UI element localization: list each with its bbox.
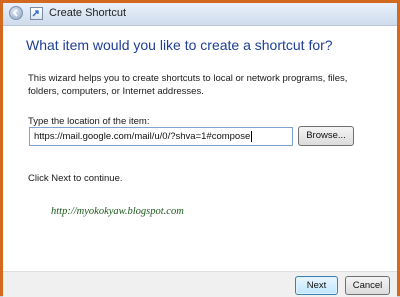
wizard-description: This wizard helps you to create shortcut… <box>28 73 348 97</box>
title-bar: Create Shortcut <box>3 3 397 26</box>
create-shortcut-window: Create Shortcut What item would you like… <box>0 0 400 297</box>
cancel-button[interactable]: Cancel <box>345 276 390 295</box>
wizard-question: What item would you like to create a sho… <box>26 37 333 53</box>
back-arrow-icon <box>12 9 18 17</box>
browse-button[interactable]: Browse... <box>298 126 354 146</box>
location-input[interactable]: https://mail.google.com/mail/u/0/?shva=1… <box>29 127 293 146</box>
text-caret <box>251 130 253 142</box>
window-title: Create Shortcut <box>49 7 127 19</box>
watermark-text: http://myokokyaw.blogspot.com <box>51 206 184 217</box>
continue-instruction: Click Next to continue. <box>28 173 123 184</box>
location-input-value: https://mail.google.com/mail/u/0/?shva=1… <box>34 131 251 142</box>
next-button[interactable]: Next <box>295 276 338 295</box>
back-button[interactable] <box>9 6 23 20</box>
location-label: Type the location of the item: <box>28 116 150 127</box>
shortcut-wizard-icon <box>30 7 43 20</box>
